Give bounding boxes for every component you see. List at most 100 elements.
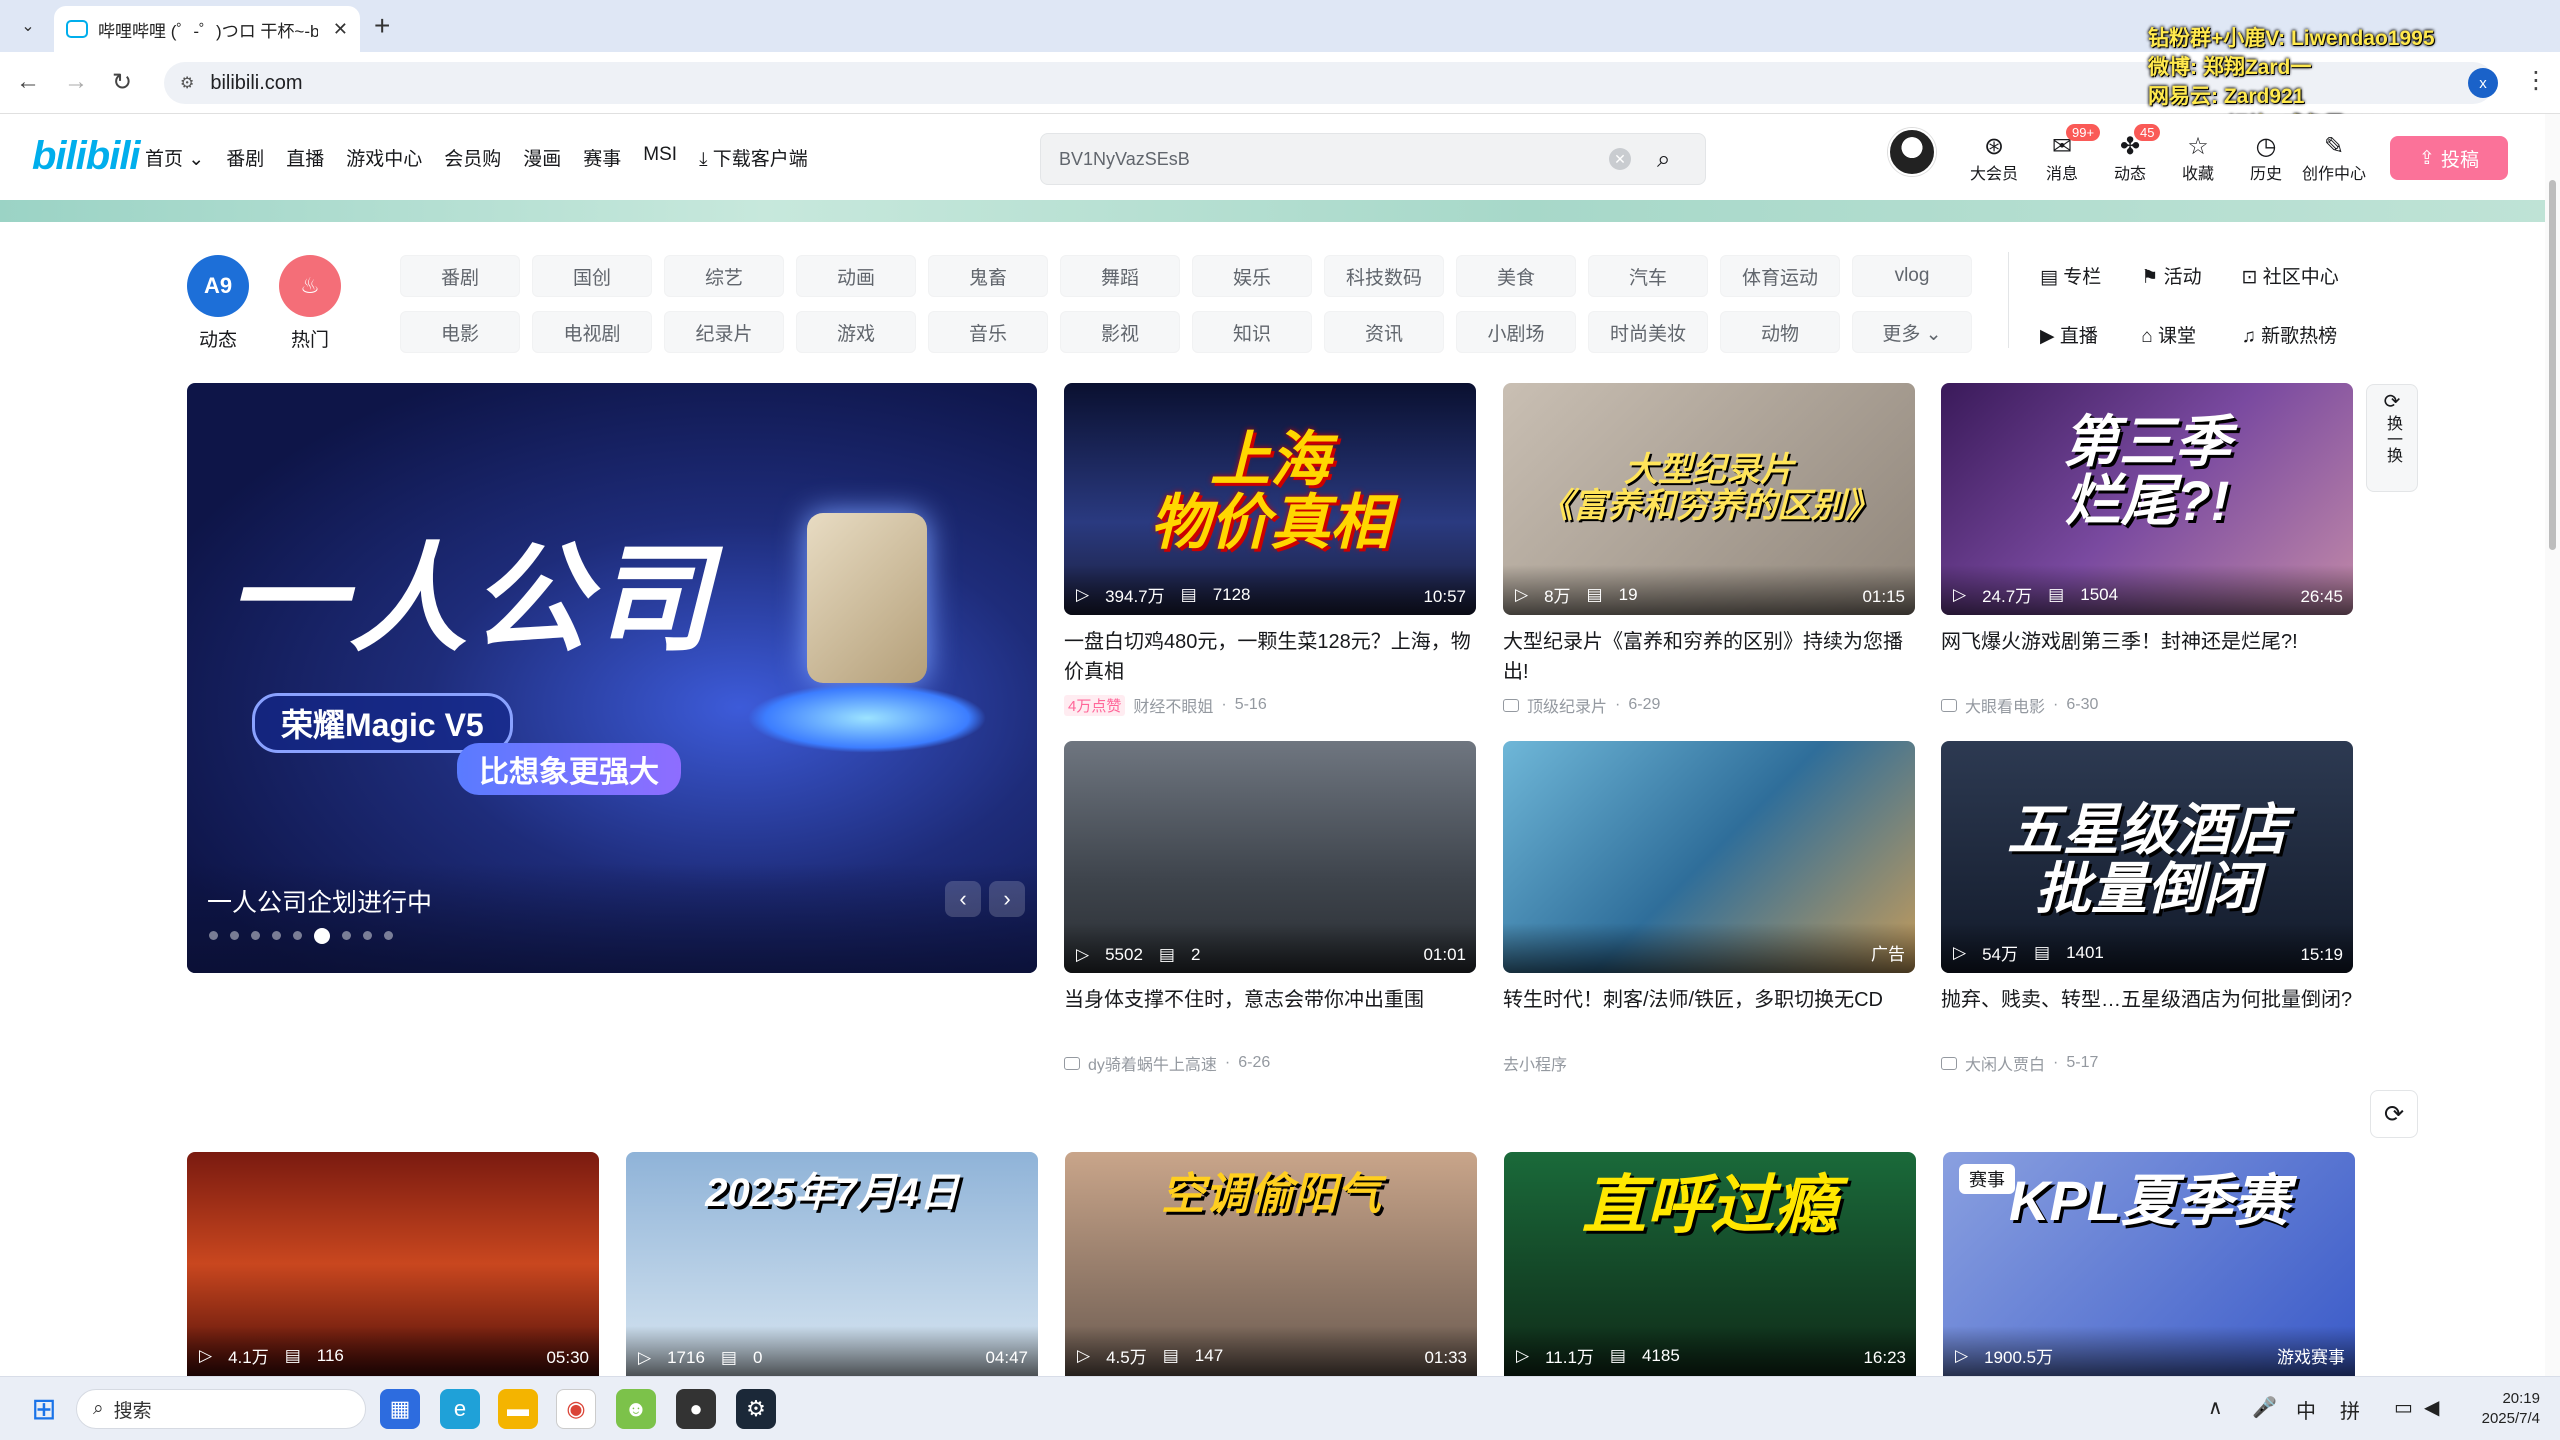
task-view-icon[interactable]: ▦: [380, 1389, 420, 1429]
channel-chip[interactable]: 综艺: [664, 255, 784, 297]
reload-icon[interactable]: ↻: [112, 68, 132, 97]
channel-chip[interactable]: 动画: [796, 255, 916, 297]
channel-side-link[interactable]: ♫ 新歌热榜: [2242, 321, 2339, 348]
carousel-dot[interactable]: [293, 931, 302, 940]
user-avatar[interactable]: [1888, 128, 1936, 176]
nav-item[interactable]: ⤓ 下载客户端: [699, 144, 808, 171]
tray-item[interactable]: 拼: [2340, 1395, 2360, 1424]
tray-item[interactable]: 中: [2296, 1395, 2316, 1424]
channel-chip[interactable]: 国创: [532, 255, 652, 297]
video-title[interactable]: 当身体支撑不住时，意志会带你冲出重围: [1064, 985, 1476, 1045]
taskbar-clock[interactable]: 20:19 2025/7/4: [2456, 1389, 2540, 1429]
nav-item[interactable]: 会员购: [444, 144, 501, 171]
video-card-bottom[interactable]: 直呼过瘾 ▷ 11.1万 ▤ 4185 16:23: [1504, 1152, 1916, 1376]
page-scrollbar[interactable]: [2545, 114, 2560, 1376]
video-card[interactable]: 五星级酒店 批量倒闭 ▷ 54万 ▤ 1401 15:19 抛弃、贱卖、转型…五星级酒店为何…: [1941, 741, 2353, 1075]
video-title[interactable]: 抛弃、贱卖、转型…五星级酒店为何批量倒闭?: [1941, 985, 2353, 1045]
carousel-dot[interactable]: [363, 931, 372, 940]
channel-chip[interactable]: 音乐: [928, 311, 1048, 353]
video-card[interactable]: 广告转生时代！刺客/法师/铁匠，多职切换无CD 去小程序: [1503, 741, 1915, 1075]
channel-chip[interactable]: 动物: [1720, 311, 1840, 353]
video-card[interactable]: 大型纪录片 《富养和穷养的区别》 ▷ 8万 ▤ 19 01:15 大型纪录片《富养和穷养的区…: [1503, 383, 1915, 717]
nav-item[interactable]: 直播: [286, 144, 324, 171]
refresh-recommend-button[interactable]: ⟳ 换一换: [2366, 384, 2418, 492]
browser-menu-icon[interactable]: ⋮: [2524, 66, 2548, 95]
video-title[interactable]: 转生时代！刺客/法师/铁匠，多职切换无CD: [1503, 985, 1915, 1045]
channel-chip[interactable]: 汽车: [1588, 255, 1708, 297]
header-动态-button[interactable]: ✤ 动态 45: [2096, 124, 2164, 184]
nav-item[interactable]: 番剧: [226, 144, 264, 171]
header-大会员-button[interactable]: ⊛ 大会员: [1960, 132, 2028, 184]
nav-item[interactable]: 赛事: [583, 144, 621, 171]
uploader-name[interactable]: 财经不眼姐: [1133, 693, 1213, 717]
profile-avatar-icon[interactable]: x: [2468, 68, 2498, 98]
channel-side-link[interactable]: ▤ 专栏: [2040, 262, 2101, 289]
header-消息-button[interactable]: ✉ 消息 99+: [2028, 124, 2101, 184]
nav-item[interactable]: MSI: [643, 144, 677, 171]
video-card[interactable]: ▷ 5502 ▤ 2 01:01 当身体支撑不住时，意志会带你冲出重围 dy骑着蜗牛上高速 ·…: [1064, 741, 1476, 1075]
search-icon[interactable]: ⌕: [1657, 146, 1670, 174]
back-icon[interactable]: ←: [16, 68, 40, 96]
channel-side-link[interactable]: ⚑ 活动: [2141, 262, 2201, 289]
video-card-bottom[interactable]: 空调偷阳气 ▷ 4.5万 ▤ 147 01:33: [1065, 1152, 1477, 1376]
carousel-dot[interactable]: [230, 931, 239, 940]
uploader-name[interactable]: dy骑着蜗牛上高速: [1088, 1051, 1217, 1075]
search-input[interactable]: [1059, 148, 1599, 170]
tray-item[interactable]: 🎤: [2252, 1395, 2277, 1420]
carousel-next-icon[interactable]: ›: [989, 881, 1025, 917]
header-创作中心-button[interactable]: ✎ 创作中心: [2300, 132, 2368, 184]
channel-chip[interactable]: 时尚美妆: [1588, 311, 1708, 353]
channel-chip[interactable]: 美食: [1456, 255, 1576, 297]
scrollbar-thumb[interactable]: [2549, 180, 2556, 550]
browser-tab-active[interactable]: 哔哩哔哩 (゜-゜)つロ 干杯~-bilibili ✕: [54, 6, 360, 52]
nav-item[interactable]: 漫画: [523, 144, 561, 171]
video-card[interactable]: 上海 物价真相 ▷ 394.7万 ▤ 7128 10:57 一盘白切鸡480元，一颗生菜12…: [1064, 383, 1476, 717]
channel-side-link[interactable]: ▶ 直播: [2040, 321, 2101, 348]
channel-chip[interactable]: 鬼畜: [928, 255, 1048, 297]
video-thumbnail[interactable]: 直呼过瘾 ▷ 11.1万 ▤ 4185 16:23: [1504, 1152, 1916, 1376]
channel-chip[interactable]: 游戏: [796, 311, 916, 353]
uploader-name[interactable]: 去小程序: [1503, 1051, 1567, 1075]
video-card-bottom[interactable]: 2025年7月4日 ▷ 1716 ▤ 0 04:47: [626, 1152, 1038, 1376]
carousel-prev-icon[interactable]: ‹: [945, 881, 981, 917]
site-info-icon[interactable]: ⚙: [180, 73, 194, 93]
channel-circle-0[interactable]: A9 动态: [186, 255, 250, 352]
video-thumbnail[interactable]: 五星级酒店 批量倒闭 ▷ 54万 ▤ 1401 15:19: [1941, 741, 2353, 973]
uploader-name[interactable]: 大闲人贾白: [1965, 1051, 2045, 1075]
channel-chip[interactable]: 影视: [1060, 311, 1180, 353]
video-thumbnail[interactable]: 上海 物价真相 ▷ 394.7万 ▤ 7128 10:57: [1064, 383, 1476, 615]
nav-item[interactable]: 游戏中心: [346, 144, 422, 171]
windows-start-icon[interactable]: ⊞: [24, 1389, 64, 1429]
omnibox[interactable]: ⚙ bilibili.com: [164, 62, 2494, 104]
channel-chip[interactable]: 电视剧: [532, 311, 652, 353]
channel-chip[interactable]: 娱乐: [1192, 255, 1312, 297]
hero-title[interactable]: 一人公司企划进行中: [207, 883, 432, 919]
video-card[interactable]: 第三季 烂尾?! ▷ 24.7万 ▤ 1504 26:45 网飞爆火游戏剧第三季！封神还是烂…: [1941, 383, 2353, 717]
carousel-dot[interactable]: [314, 928, 330, 944]
hero-carousel[interactable]: 一人公司 荣耀Magic V5 比想象更强大 一人公司企划进行中 ‹ ›: [187, 383, 1037, 973]
channel-chip[interactable]: 更多 ⌄: [1852, 311, 1972, 353]
video-thumbnail[interactable]: 广告: [1503, 741, 1915, 973]
clear-search-icon[interactable]: ✕: [1609, 148, 1631, 170]
file-explorer-icon[interactable]: ▬: [498, 1389, 538, 1429]
taskbar-search[interactable]: ⌕ 搜索: [76, 1389, 366, 1429]
video-thumbnail[interactable]: ▷ 4.1万 ▤ 116 05:30: [187, 1152, 599, 1376]
header-收藏-button[interactable]: ☆ 收藏: [2164, 132, 2232, 184]
uploader-name[interactable]: 大眼看电影: [1965, 693, 2045, 717]
channel-chip[interactable]: 科技数码: [1324, 255, 1444, 297]
tab-search-icon[interactable]: ⌄: [14, 12, 42, 40]
channel-chip[interactable]: 体育运动: [1720, 255, 1840, 297]
edge-icon[interactable]: e: [440, 1389, 480, 1429]
video-title[interactable]: 大型纪录片《富养和穷养的区别》持续为您播出!: [1503, 627, 1915, 687]
video-card-bottom[interactable]: ▷ 4.1万 ▤ 116 05:30: [187, 1152, 599, 1376]
uploader-name[interactable]: 顶级纪录片: [1527, 693, 1607, 717]
video-thumbnail[interactable]: ▷ 5502 ▤ 2 01:01: [1064, 741, 1476, 973]
channel-circle-1[interactable]: ♨ 热门: [278, 255, 342, 352]
carousel-dot[interactable]: [384, 931, 393, 940]
back-to-top-refresh-icon[interactable]: ⟳: [2370, 1090, 2418, 1138]
nav-item[interactable]: 首页 ⌄: [145, 144, 204, 171]
channel-side-link[interactable]: ⊡ 社区中心: [2242, 262, 2339, 289]
carousel-dot[interactable]: [342, 931, 351, 940]
tab-close-icon[interactable]: ✕: [333, 19, 348, 40]
video-thumbnail[interactable]: 第三季 烂尾?! ▷ 24.7万 ▤ 1504 26:45: [1941, 383, 2353, 615]
